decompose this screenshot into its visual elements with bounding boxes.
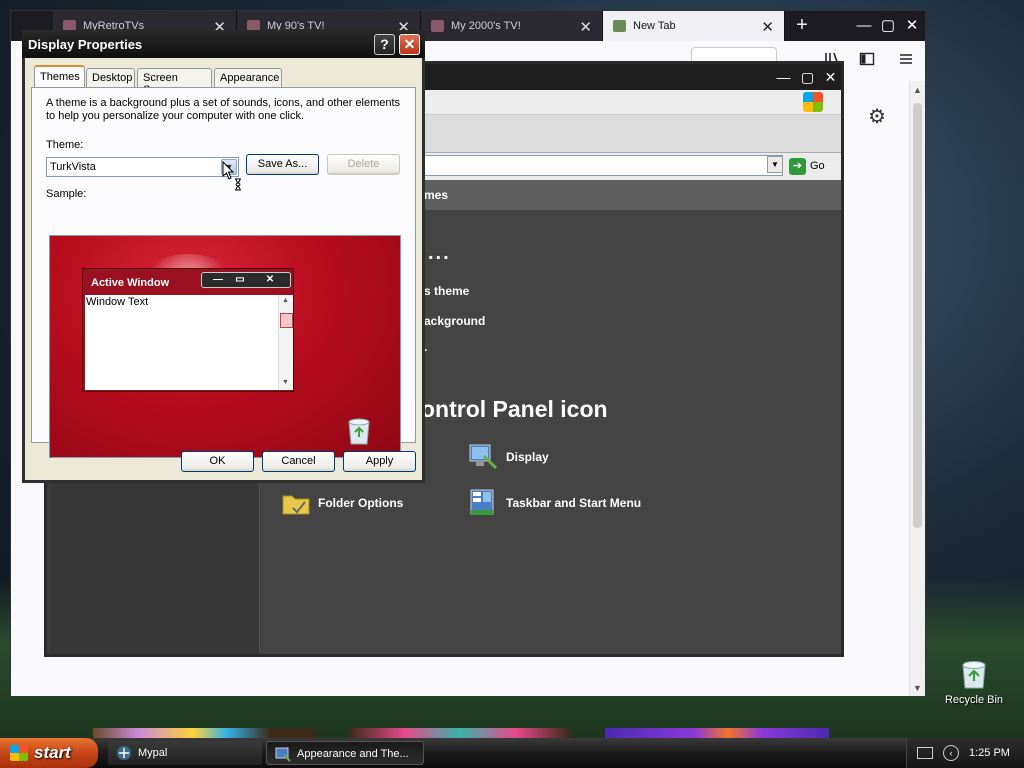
display-properties-dialog: Display Properties ? ✕ Themes Desktop Sc… [22, 30, 425, 483]
themes-description: A theme is a background plus a set of so… [46, 97, 401, 122]
tab-favicon-icon [613, 20, 626, 32]
sample-scroll-down-icon: ▼ [282, 379, 289, 386]
clock: 1:25 PM [969, 747, 1010, 759]
ok-button[interactable]: OK [181, 451, 254, 472]
taskbar-icon[interactable] [468, 488, 498, 518]
gear-icon[interactable]: ⚙ [868, 104, 886, 129]
tab-title: New Tab [633, 20, 676, 32]
sample-window-text: Window Text [86, 296, 149, 308]
explorer-close-button[interactable]: ✕ [820, 67, 841, 88]
tray-expand-icon[interactable]: ‹ [943, 745, 959, 761]
windows-logo-icon [803, 92, 823, 112]
dialog-close-button[interactable]: ✕ [399, 34, 420, 55]
taskbar: start Mypal Appearance and The... ‹ 1:25… [0, 738, 1024, 768]
address-dropdown-icon[interactable]: ▼ [767, 156, 783, 173]
task-link-theme[interactable]: s theme [424, 284, 469, 298]
taskbar-item-label: Mypal [138, 747, 168, 759]
tab-title: My 2000's TV! [451, 20, 521, 32]
taskbar-item-appearance-themes[interactable]: Appearance and The... [266, 741, 424, 765]
system-tray: ‹ 1:25 PM [906, 738, 1024, 768]
theme-label: Theme: [46, 139, 84, 151]
sample-scroll-up-icon: ▲ [282, 297, 289, 304]
task-link-background[interactable]: ackground [424, 314, 485, 328]
cancel-button[interactable]: Cancel [262, 451, 335, 472]
tv-favicon-icon [431, 20, 444, 32]
taskbar-start-menu-link[interactable]: Taskbar and Start Menu [506, 496, 641, 510]
tab-desktop[interactable]: Desktop [86, 68, 135, 87]
recycle-bin-label: Recycle Bin [944, 694, 1004, 706]
category-header-text: mes [424, 188, 449, 202]
scroll-down-icon[interactable]: ▼ [913, 683, 922, 693]
themes-panel: A theme is a background plus a set of so… [31, 87, 416, 458]
scroll-up-icon[interactable]: ▲ [913, 85, 922, 95]
start-label: start [34, 743, 71, 762]
sample-maximize-icon: ▭ [235, 274, 245, 285]
browser-maximize-button[interactable]: ▢ [878, 16, 898, 36]
theme-select-value: TurkVista [50, 161, 96, 173]
explorer-minimize-button[interactable]: — [773, 67, 794, 88]
sample-window-titlebar: Active Window — ▭ ✕ [83, 269, 293, 293]
page-scrollbar[interactable]: ▲ ▼ [909, 81, 925, 696]
mypal-icon [116, 745, 132, 761]
control-panel-icon [275, 746, 291, 762]
control-panel-section-title: ontrol Panel icon [421, 396, 608, 422]
delete-button[interactable]: Delete [327, 154, 400, 175]
help-button[interactable]: ? [374, 34, 395, 55]
start-button[interactable]: start [0, 738, 98, 768]
keyboard-icon[interactable] [917, 747, 933, 759]
tab-close-icon[interactable]: ✕ [579, 18, 592, 36]
sample-scroll-thumb [280, 313, 293, 328]
sample-label: Sample: [46, 188, 87, 200]
go-arrow-icon: ➔ [789, 157, 806, 175]
sample-window-body: Window Text ▲ ▼ [85, 295, 293, 390]
dialog-title: Display Properties [28, 37, 143, 52]
ellipsis-text: ... [428, 242, 451, 264]
sample-close-icon: ✕ [265, 274, 275, 285]
desktop-recycle-bin[interactable]: Recycle Bin [944, 658, 1004, 706]
apply-button[interactable]: Apply [343, 451, 416, 472]
sample-recycle-bin-icon [346, 416, 372, 446]
tab-screen-saver[interactable]: Screen Saver [137, 68, 212, 96]
explorer-maximize-button[interactable]: ▢ [797, 67, 818, 88]
sample-window-title: Active Window [91, 277, 170, 289]
taskbar-item-mypal[interactable]: Mypal [108, 741, 262, 765]
tab-close-icon[interactable]: ✕ [761, 18, 774, 36]
sample-active-window: Active Window — ▭ ✕ Window Text ▲ ▼ [82, 268, 294, 392]
display-link[interactable]: Display [506, 450, 549, 464]
theme-select[interactable]: TurkVista ▼ [46, 157, 239, 177]
sample-scrollbar: ▲ ▼ [278, 295, 293, 390]
sidebar-icon[interactable] [856, 51, 878, 73]
sample-window-controls: — ▭ ✕ [201, 272, 291, 288]
browser-tab-new-tab[interactable]: New Tab ✕ [603, 11, 785, 41]
browser-tab-2000s-tv[interactable]: My 2000's TV! ✕ [421, 11, 603, 41]
save-as-button[interactable]: Save As... [246, 154, 319, 175]
tab-themes[interactable]: Themes [34, 65, 85, 88]
scroll-thumb[interactable] [913, 103, 922, 528]
busy-cursor-icon [222, 160, 242, 191]
taskbar-item-label: Appearance and The... [297, 748, 409, 760]
browser-minimize-button[interactable]: — [854, 16, 874, 36]
tab-appearance[interactable]: Appearance [214, 68, 282, 87]
display-icon[interactable] [468, 442, 498, 472]
windows-flag-icon [10, 745, 28, 761]
address-input[interactable] [407, 155, 783, 176]
folder-icon[interactable] [281, 488, 311, 518]
theme-sample-preview: Active Window — ▭ ✕ Window Text ▲ ▼ [49, 235, 401, 458]
recycle-bin-icon [959, 658, 989, 690]
menu-icon[interactable] [895, 51, 917, 73]
dialog-titlebar[interactable]: Display Properties ? ✕ [22, 30, 425, 58]
sample-minimize-icon: — [213, 274, 223, 285]
go-label: Go [810, 160, 825, 172]
go-button[interactable]: ➔ Go [789, 156, 829, 176]
folder-options-link[interactable]: Folder Options [318, 496, 403, 510]
new-tab-button[interactable]: + [790, 14, 814, 38]
browser-close-button[interactable]: ✕ [902, 16, 922, 36]
